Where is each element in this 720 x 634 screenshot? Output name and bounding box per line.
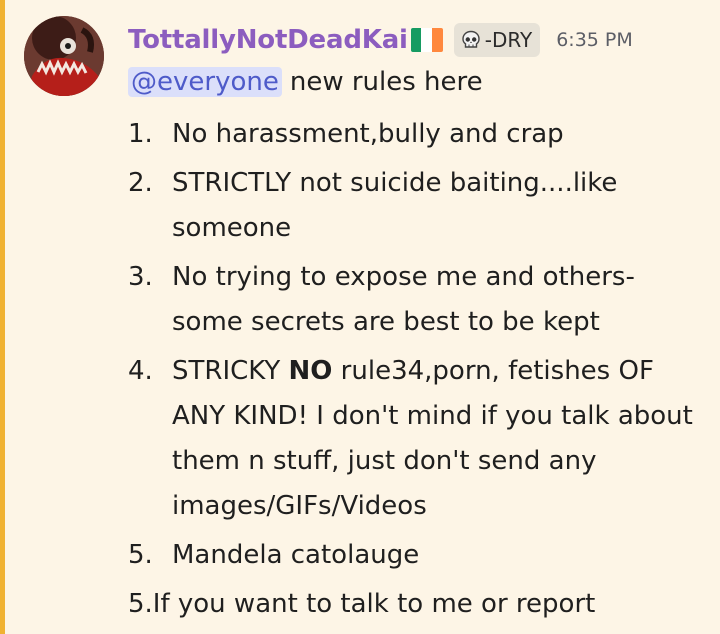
- list-item: 2. STRICTLY not suicide baiting....like …: [128, 161, 708, 251]
- list-item-text: No trying to expose me and others- some …: [172, 262, 635, 337]
- rule-prefix: STRICKY: [172, 356, 289, 386]
- list-item-text: STRICKY NO rule34,porn, fetishes OF ANY …: [172, 349, 708, 529]
- message-intro: @everyone new rules here: [128, 62, 483, 102]
- mention-highlight-bar: [0, 0, 5, 634]
- list-number: 4.: [128, 356, 153, 386]
- list-item: 4. STRICKY NO rule34,porn, fetishes OF A…: [128, 349, 708, 529]
- list-item-text: No harassment,bully and crap: [172, 119, 564, 149]
- list-item-text: Mandela catolauge: [172, 540, 420, 570]
- list-number: 1.: [128, 119, 153, 149]
- list-number: 3.: [128, 262, 153, 292]
- role-tag-label: -DRY: [484, 28, 533, 52]
- everyone-mention[interactable]: @everyone: [128, 67, 282, 97]
- author-username[interactable]: TottallyNotDeadKai: [128, 25, 408, 55]
- message-header: TottallyNotDeadKai -DRY 6:35 PM: [128, 22, 633, 58]
- bold-no: NO: [288, 356, 333, 386]
- list-item: 3. No trying to expose me and others- so…: [128, 255, 708, 345]
- list-item-text: STRICTLY not suicide baiting....like som…: [172, 168, 618, 243]
- list-item: 1. No harassment,bully and crap: [128, 112, 708, 157]
- list-number: 2.: [128, 168, 153, 198]
- message-timestamp: 6:35 PM: [556, 29, 633, 51]
- ireland-flag-icon: [410, 28, 443, 52]
- intro-text: new rules here: [289, 67, 483, 97]
- list-number: 5.: [128, 540, 153, 570]
- skull-icon: [462, 30, 480, 48]
- list-item: 5. Mandela catolauge: [128, 533, 708, 578]
- trailing-line: 5.If you want to talk to me or report: [128, 589, 596, 619]
- rules-list: 1. No harassment,bully and crap 2. STRIC…: [128, 112, 708, 627]
- role-tag[interactable]: -DRY: [453, 23, 541, 57]
- avatar[interactable]: [24, 16, 104, 96]
